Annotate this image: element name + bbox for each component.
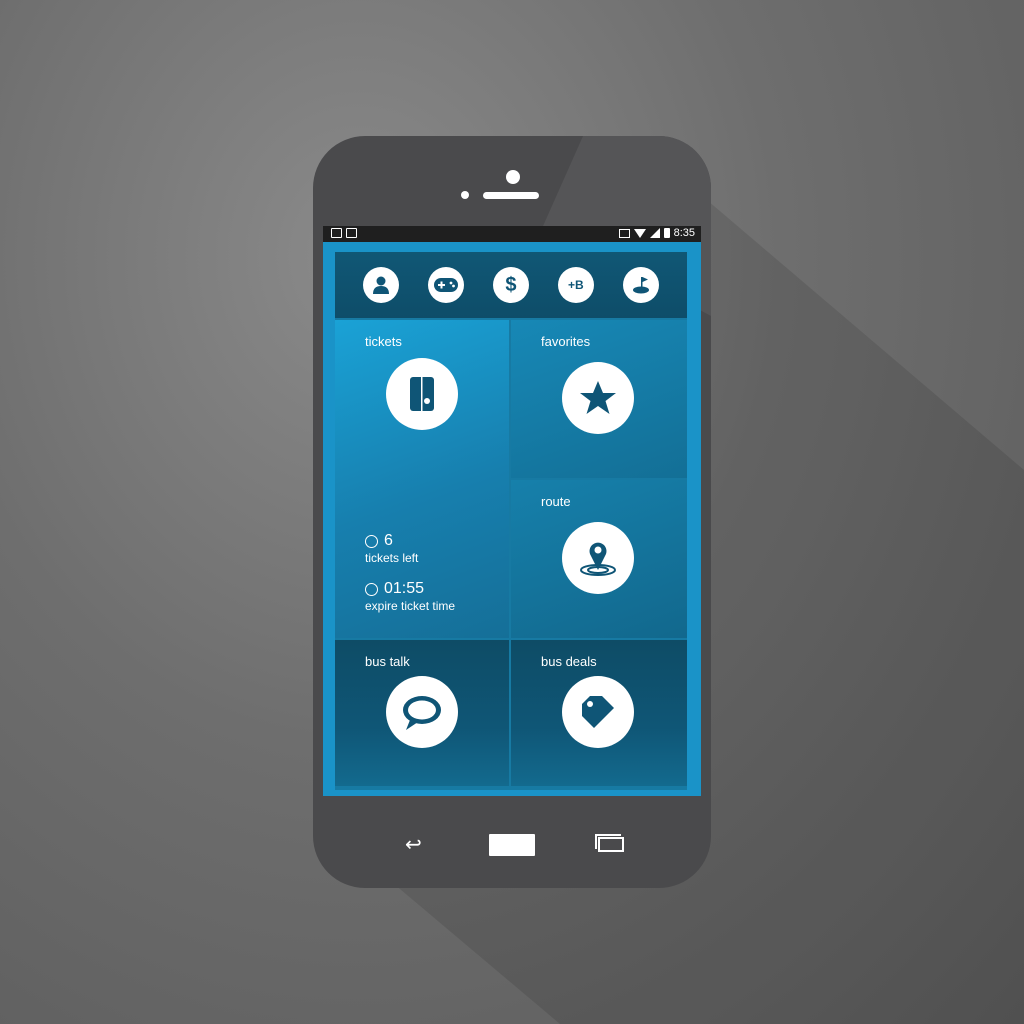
tickets-left-value: 6 <box>384 532 393 549</box>
favorites-tile[interactable]: favorites <box>511 320 687 478</box>
bus-deals-label: bus deals <box>541 654 597 669</box>
tickets-label: tickets <box>365 334 402 349</box>
bus-talk-label: bus talk <box>365 654 410 669</box>
recent-apps-icon[interactable] <box>595 834 624 852</box>
front-camera <box>506 170 520 184</box>
plus-b-icon[interactable]: +B <box>557 267 594 303</box>
user-icon[interactable] <box>363 267 400 303</box>
ticket-icon <box>386 358 458 430</box>
status-time: 8:35 <box>673 227 695 239</box>
expire-time-value: 01:55 <box>384 580 425 597</box>
back-icon[interactable]: ↩ <box>405 832 422 857</box>
bus-deals-tile[interactable]: bus deals <box>511 640 687 786</box>
chevron-circle-icon <box>365 534 378 548</box>
status-bar: 8:35 <box>323 226 701 242</box>
bus-talk-tile[interactable]: bus talk <box>335 640 509 786</box>
contact-card-icon <box>346 228 357 238</box>
dollar-glyph: $ <box>505 273 517 296</box>
golf-icon[interactable] <box>622 267 659 303</box>
phone-body: 8:35 $ +B tickets 6 tickets left 01:55 e… <box>313 136 711 888</box>
top-icon-bar: $ +B <box>335 252 687 318</box>
route-tile[interactable]: route <box>511 480 687 638</box>
tickets-left-label: tickets left <box>365 551 419 565</box>
screen: 8:35 $ +B tickets 6 tickets left 01:55 e… <box>323 226 701 796</box>
dollar-icon[interactable]: $ <box>492 267 529 303</box>
star-icon <box>562 362 634 434</box>
battery-icon <box>663 228 670 238</box>
tickets-tile[interactable]: tickets 6 tickets left 01:55 expire tick… <box>335 320 509 638</box>
favorites-label: favorites <box>541 334 591 349</box>
app-panel: $ +B tickets 6 tickets left 01:55 expire… <box>335 252 687 790</box>
tickets-left-stat: 6 tickets left <box>365 532 418 565</box>
chat-bubble-icon <box>386 676 458 748</box>
earpiece-speaker <box>483 192 539 199</box>
navigation-bar: ↩ <box>313 826 711 866</box>
expire-time-stat: 01:55 expire ticket time <box>365 580 455 613</box>
clock-icon <box>365 582 378 596</box>
price-tag-icon <box>562 676 634 748</box>
home-button[interactable] <box>489 834 535 856</box>
wifi-icon <box>633 228 646 238</box>
map-pin-icon <box>562 522 634 594</box>
plus-b-glyph: +B <box>567 278 584 292</box>
proximity-sensor <box>461 191 469 199</box>
expire-time-label: expire ticket time <box>365 599 456 613</box>
gmail-icon <box>331 228 342 238</box>
cast-icon <box>618 228 630 238</box>
route-label: route <box>541 494 571 509</box>
signal-icon <box>649 228 660 238</box>
gamepad-icon[interactable] <box>428 267 465 303</box>
